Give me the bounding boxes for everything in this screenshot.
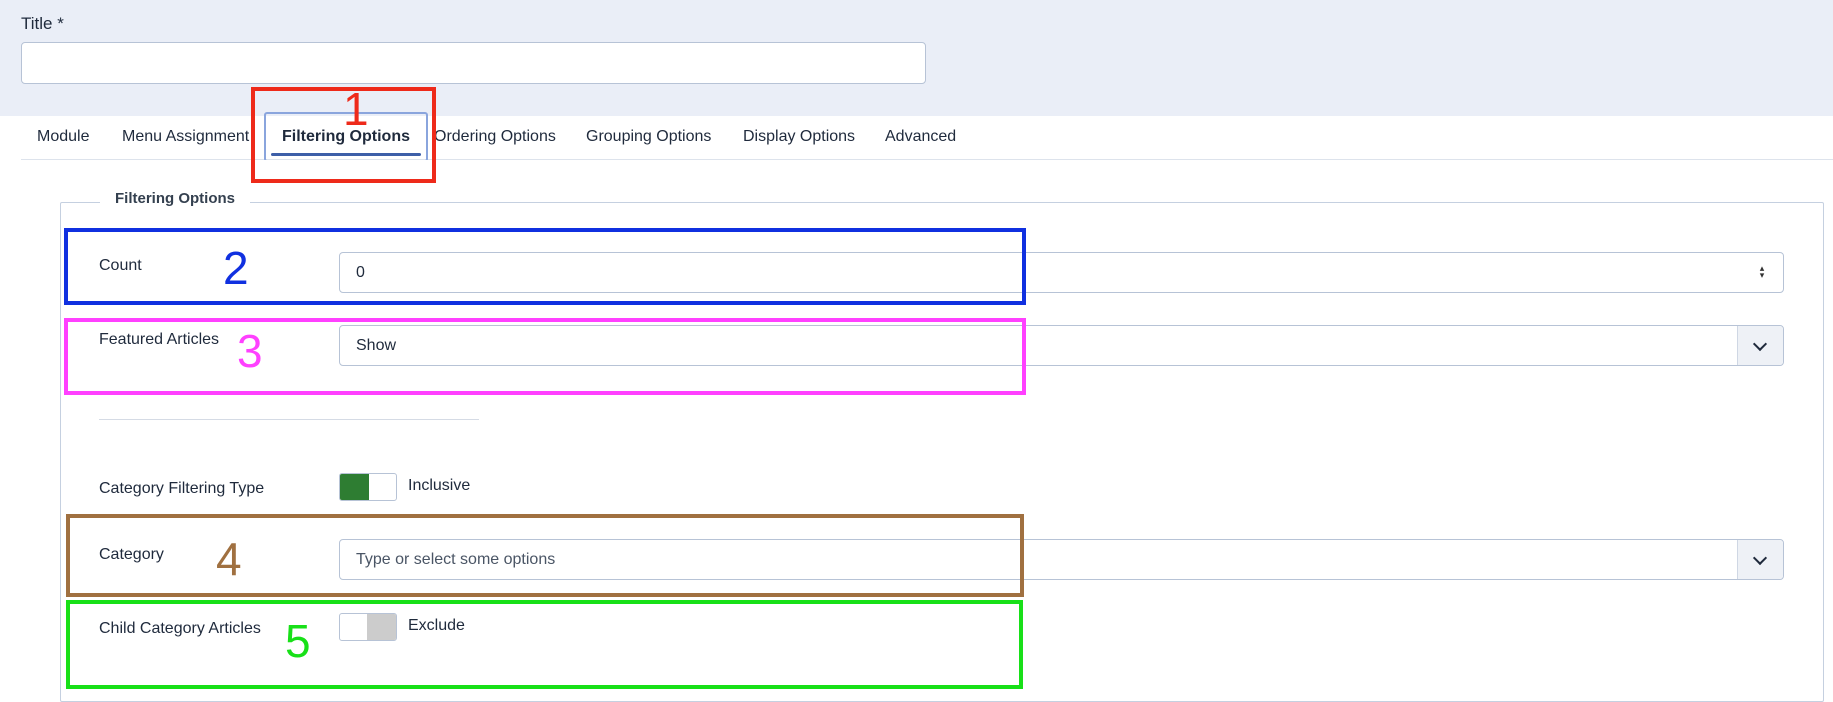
annotation-number-2: 2 [223, 242, 249, 294]
annotation-box-2 [64, 228, 1026, 305]
fieldset-legend: Filtering Options [100, 190, 250, 207]
section-divider [99, 419, 479, 420]
annotation-number-5: 5 [285, 615, 311, 667]
category-filtering-toggle[interactable] [339, 473, 397, 501]
category-dropdown-button[interactable] [1737, 540, 1783, 579]
annotation-number-4: 4 [216, 533, 242, 585]
tab-grouping-options[interactable]: Grouping Options [586, 116, 711, 160]
tab-display-options[interactable]: Display Options [743, 116, 855, 160]
spinner-icon[interactable]: ▴ ▾ [1757, 264, 1767, 281]
title-label: Title * [21, 14, 64, 33]
annotation-box-4 [66, 514, 1024, 597]
toggle-knob [340, 474, 369, 500]
chevron-down-icon [1752, 336, 1768, 352]
annotation-number-1: 1 [343, 83, 369, 135]
tab-ordering-options[interactable]: Ordering Options [434, 116, 556, 160]
category-filtering-value: Inclusive [408, 477, 471, 494]
tab-menu-assignment[interactable]: Menu Assignment [122, 116, 249, 160]
annotation-number-3: 3 [237, 325, 263, 377]
annotation-box-5 [66, 600, 1023, 689]
category-filtering-type-label: Category Filtering Type [99, 480, 265, 497]
title-input[interactable] [21, 42, 926, 84]
chevron-down-icon [1752, 550, 1768, 566]
annotation-box-3 [64, 318, 1026, 395]
tab-module[interactable]: Module [37, 116, 89, 160]
tab-advanced[interactable]: Advanced [885, 116, 956, 160]
featured-dropdown-button[interactable] [1737, 326, 1783, 365]
